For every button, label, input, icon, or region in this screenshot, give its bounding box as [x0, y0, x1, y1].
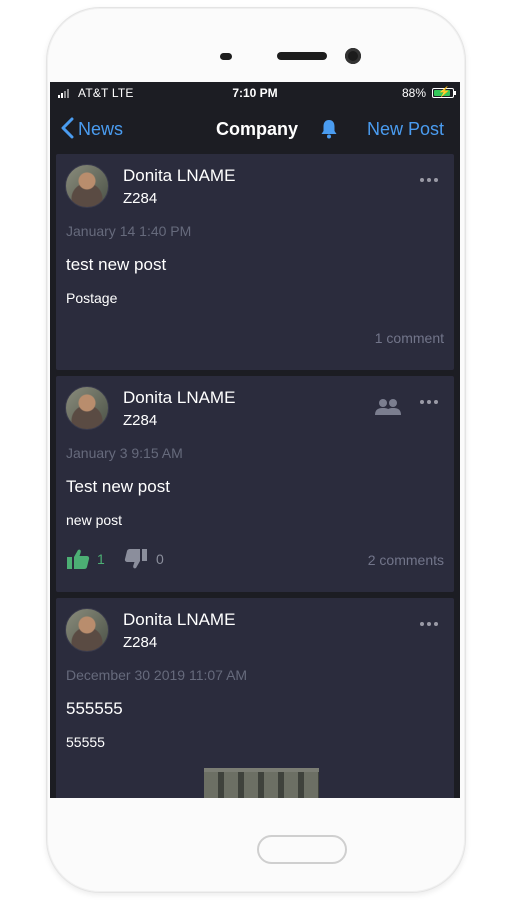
post-body: 55555	[66, 734, 105, 750]
thumbs-up-icon[interactable]	[66, 548, 90, 570]
clock: 7:10 PM	[232, 86, 278, 100]
post-title: test new post	[66, 255, 167, 274]
post-card[interactable]: Donita LNAME Z284 January 14 1:40 PM tes…	[56, 154, 454, 370]
post-timestamp: January 3 9:15 AM	[66, 445, 183, 461]
comments-link[interactable]: 2 comments	[368, 552, 444, 568]
group-icon[interactable]	[375, 398, 401, 416]
post-title: Test new post	[66, 477, 170, 496]
comments-link[interactable]: 1 comment	[375, 330, 444, 346]
avatar[interactable]	[65, 386, 109, 430]
post-author[interactable]: Donita LNAME	[123, 388, 235, 408]
home-button[interactable]	[257, 835, 347, 864]
front-camera	[345, 48, 361, 64]
avatar[interactable]	[65, 164, 109, 208]
charging-icon: ⚡	[438, 87, 451, 98]
battery-percent: 88%	[401, 86, 426, 100]
battery-icon: ⚡	[432, 87, 456, 98]
navigation-bar: News Company New Post	[50, 104, 460, 152]
like-count: 1	[97, 551, 105, 567]
bell-icon[interactable]	[317, 117, 341, 141]
app-screen: AT&T LTE 7:10 PM 88% ⚡ News Company New …	[50, 82, 460, 798]
post-author[interactable]: Donita LNAME	[123, 610, 235, 630]
thumbs-down-icon[interactable]	[124, 548, 148, 570]
post-image[interactable]	[204, 768, 319, 798]
more-options-icon[interactable]	[420, 622, 440, 628]
post-body: Postage	[66, 290, 118, 306]
avatar[interactable]	[65, 608, 109, 652]
dislike-count: 0	[156, 551, 164, 567]
post-author[interactable]: Donita LNAME	[123, 166, 235, 186]
post-handle: Z284	[123, 190, 158, 207]
post-timestamp: January 14 1:40 PM	[66, 223, 192, 239]
status-bar: AT&T LTE 7:10 PM 88% ⚡	[50, 82, 460, 104]
post-card[interactable]: Donita LNAME Z284 December 30 2019 11:07…	[56, 598, 454, 798]
post-title: 555555	[66, 699, 123, 718]
post-body: new post	[66, 512, 123, 528]
sensor-dot	[220, 53, 232, 60]
post-handle: Z284	[123, 634, 158, 651]
post-timestamp: December 30 2019 11:07 AM	[66, 667, 248, 683]
more-options-icon[interactable]	[420, 400, 440, 406]
earpiece-speaker	[277, 52, 327, 60]
new-post-button[interactable]: New Post	[367, 119, 444, 140]
more-options-icon[interactable]	[420, 178, 440, 184]
post-card[interactable]: Donita LNAME Z284 January 3 9:15 AM Test…	[56, 376, 454, 592]
post-handle: Z284	[123, 412, 158, 429]
